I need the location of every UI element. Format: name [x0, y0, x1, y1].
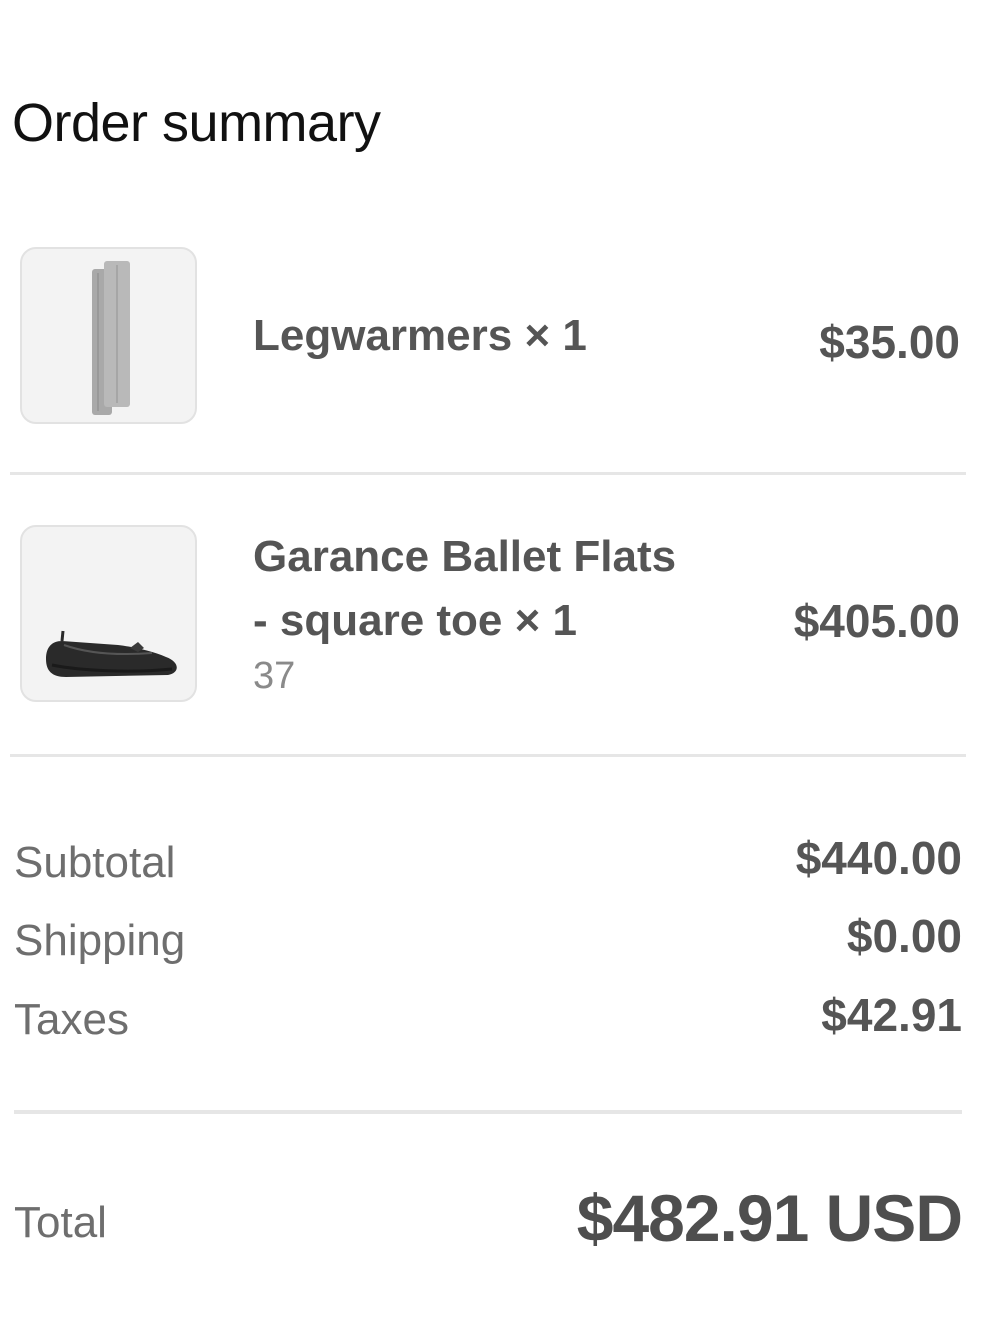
- page-title: Order summary: [12, 93, 381, 153]
- taxes-label: Taxes: [14, 995, 129, 1044]
- legwarmers-product-image: [92, 261, 130, 415]
- subtotal-label: Subtotal: [14, 838, 176, 887]
- taxes-value: $42.91: [821, 989, 962, 1041]
- item-variant-size: 37: [253, 655, 296, 697]
- item-price: $405.00: [793, 595, 960, 647]
- total-label: Total: [14, 1198, 107, 1247]
- product-thumbnail-ballet-flats[interactable]: [20, 525, 197, 702]
- shipping-value: $0.00: [846, 910, 962, 962]
- item-name-line-2: - square toe × 1: [253, 596, 578, 645]
- product-thumbnail-legwarmers[interactable]: [20, 247, 197, 424]
- ballet-flat-product-image: [46, 630, 177, 677]
- total-value: $482.91 USD: [576, 1181, 963, 1255]
- subtotal-value: $440.00: [795, 832, 962, 884]
- item-name: Garance Ballet Flats: [253, 532, 677, 581]
- shipping-label: Shipping: [14, 916, 186, 965]
- item-name: Legwarmers × 1: [253, 311, 587, 360]
- divider: [10, 754, 966, 757]
- divider: [10, 472, 966, 475]
- divider: [14, 1110, 962, 1114]
- item-price: $35.00: [819, 316, 960, 368]
